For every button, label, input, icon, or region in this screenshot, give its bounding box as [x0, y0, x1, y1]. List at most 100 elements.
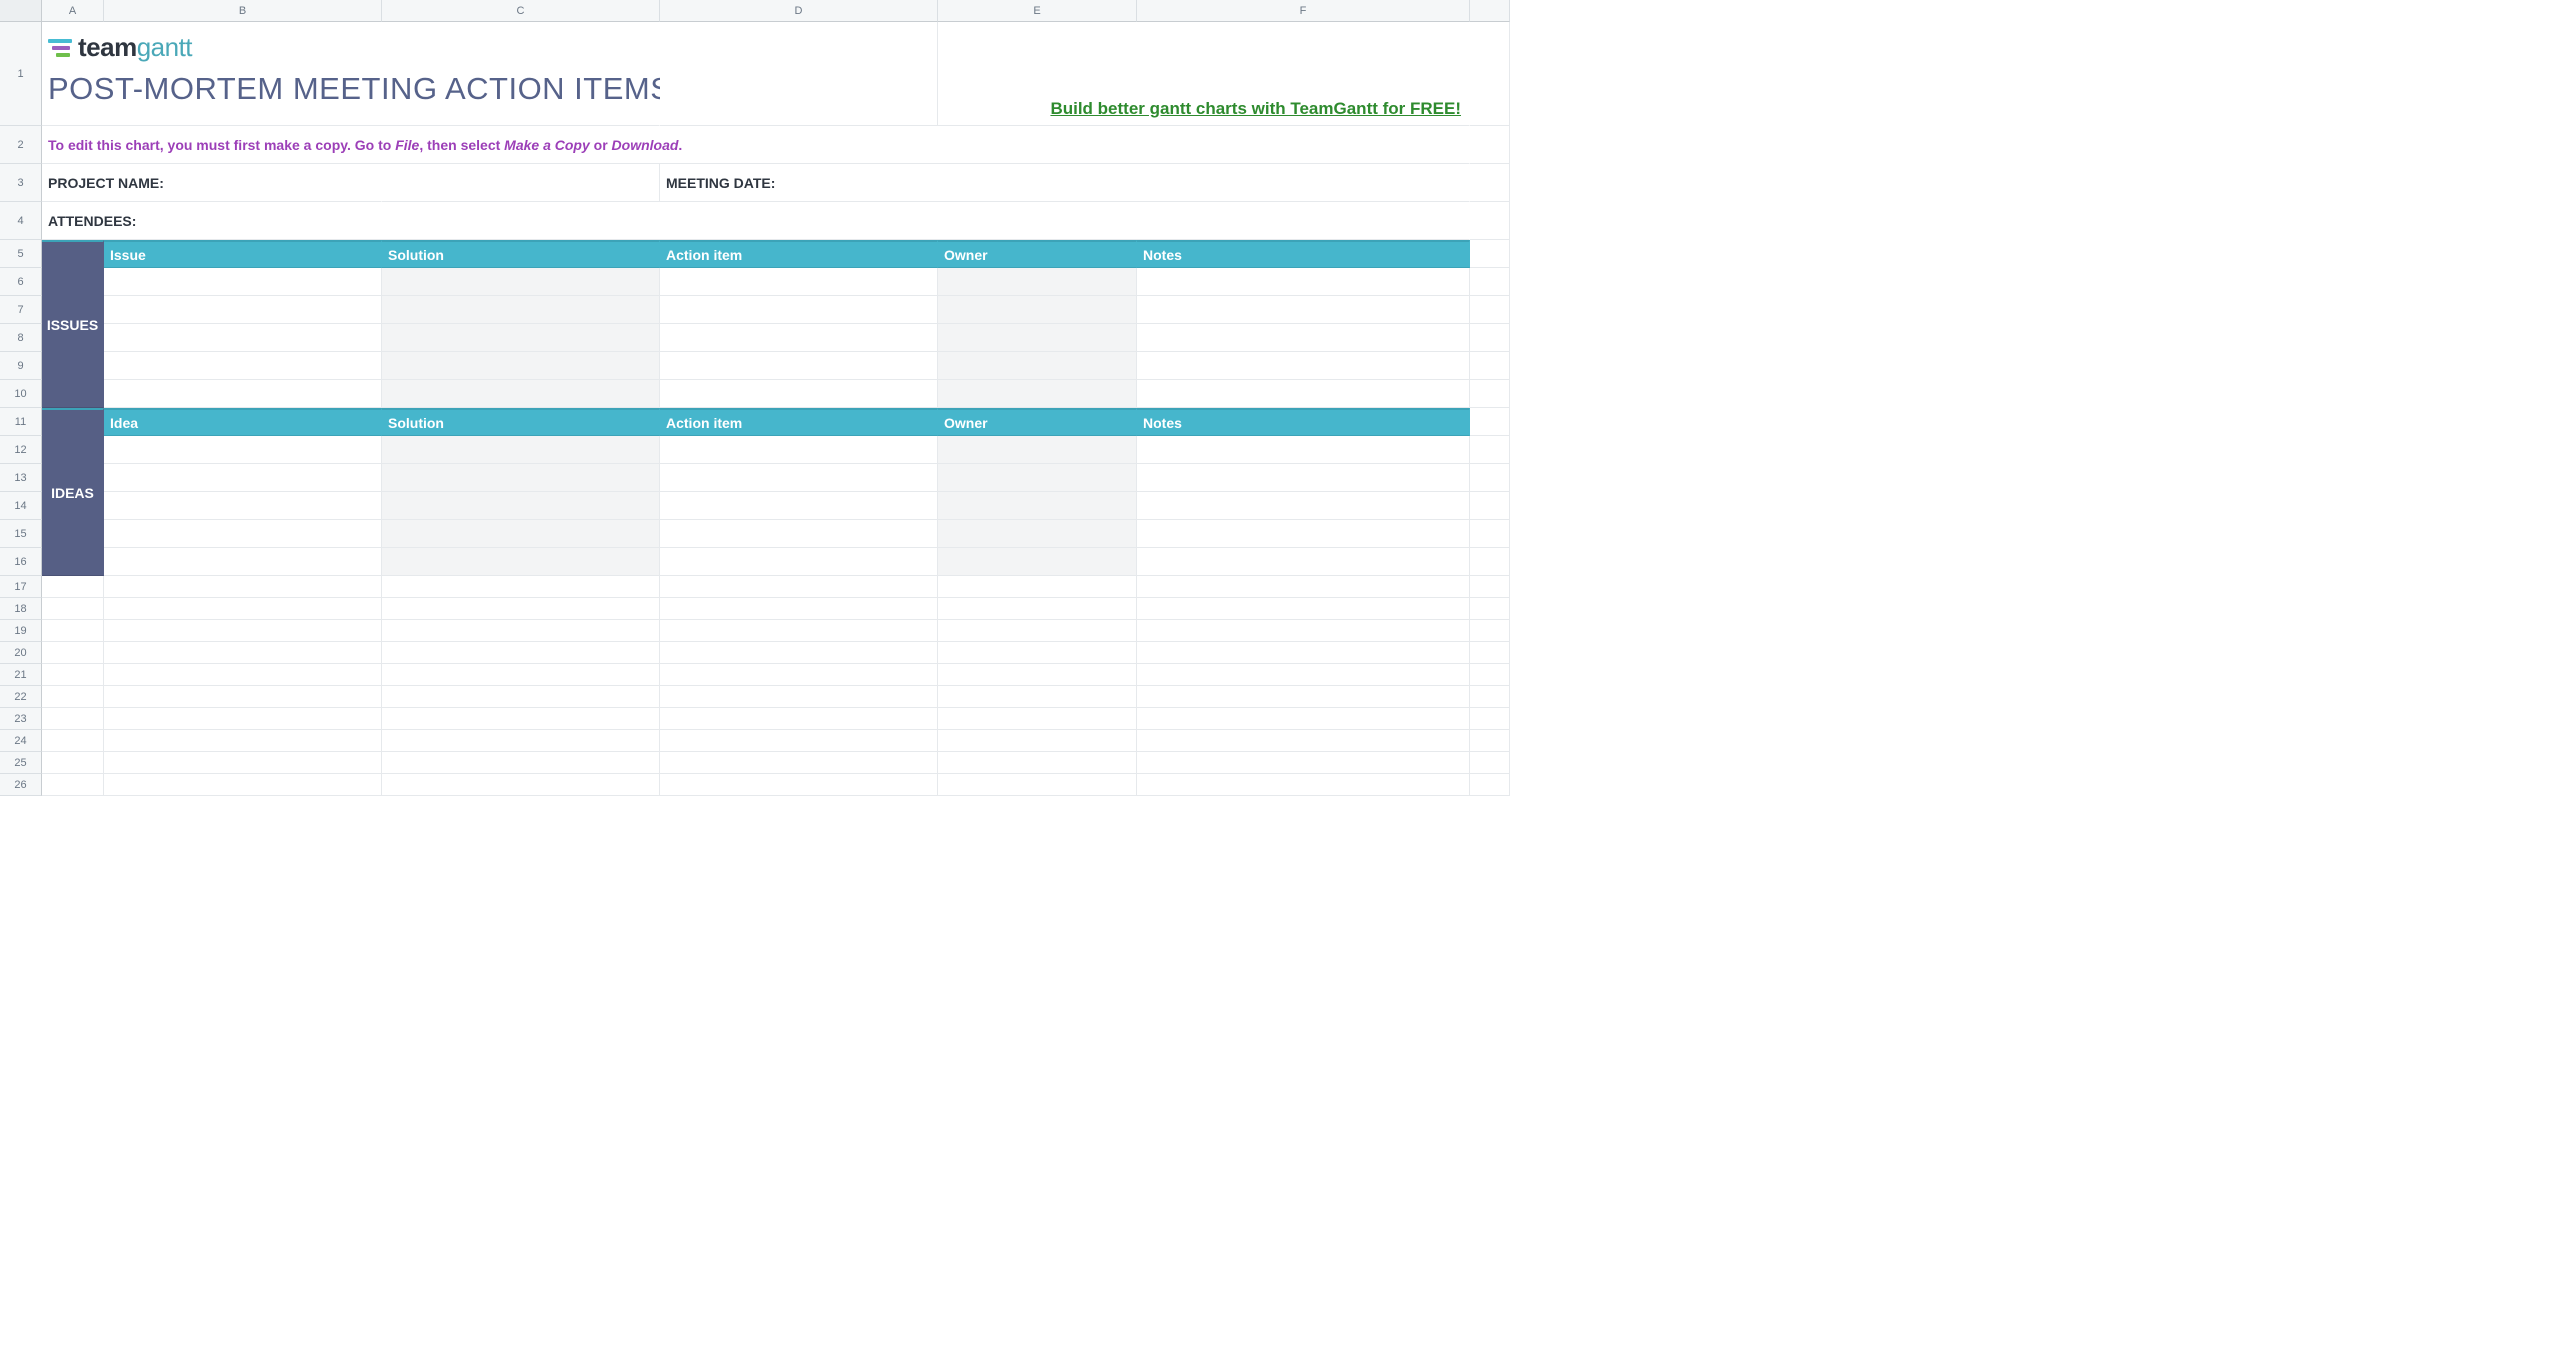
cell-a21[interactable]	[42, 664, 104, 686]
cell-f12[interactable]	[1137, 436, 1470, 464]
cell-b13[interactable]	[104, 464, 382, 492]
row-header-8[interactable]: 8	[0, 324, 42, 352]
row-header-2[interactable]: 2	[0, 126, 42, 164]
cell-c23[interactable]	[382, 708, 660, 730]
cell-overflow-10[interactable]	[1470, 380, 1510, 408]
cell-c13[interactable]	[382, 464, 660, 492]
cell-overflow-15[interactable]	[1470, 520, 1510, 548]
cell-overflow-9[interactable]	[1470, 352, 1510, 380]
cell-f23[interactable]	[1137, 708, 1470, 730]
cell-e24[interactable]	[938, 730, 1137, 752]
cell-overflow-18[interactable]	[1470, 598, 1510, 620]
cell-f22[interactable]	[1137, 686, 1470, 708]
cell-overflow-17[interactable]	[1470, 576, 1510, 598]
cell-b20[interactable]	[104, 642, 382, 664]
cell-e10[interactable]	[938, 380, 1137, 408]
row-header-19[interactable]: 19	[0, 620, 42, 642]
row-header-21[interactable]: 21	[0, 664, 42, 686]
cell-e13[interactable]	[938, 464, 1137, 492]
row-header-20[interactable]: 20	[0, 642, 42, 664]
cell-c17[interactable]	[382, 576, 660, 598]
cell-c21[interactable]	[382, 664, 660, 686]
cell-overflow-26[interactable]	[1470, 774, 1510, 796]
cell-overflow-4[interactable]	[1470, 202, 1510, 240]
cell-e1[interactable]: Build better gantt charts with TeamGantt…	[938, 22, 1470, 126]
cell-a18[interactable]	[42, 598, 104, 620]
cell-c7[interactable]	[382, 296, 660, 324]
cell-c15[interactable]	[382, 520, 660, 548]
row-header-16[interactable]: 16	[0, 548, 42, 576]
cell-c16[interactable]	[382, 548, 660, 576]
cell-a26[interactable]	[42, 774, 104, 796]
cell-b9[interactable]	[104, 352, 382, 380]
cell-b17[interactable]	[104, 576, 382, 598]
cell-overflow-2[interactable]	[1470, 126, 1510, 164]
cell-a25[interactable]	[42, 752, 104, 774]
cell-f26[interactable]	[1137, 774, 1470, 796]
cell-f7[interactable]	[1137, 296, 1470, 324]
col-header-c[interactable]: C	[382, 0, 660, 22]
cell-d9[interactable]	[660, 352, 938, 380]
cell-e17[interactable]	[938, 576, 1137, 598]
row-header-13[interactable]: 13	[0, 464, 42, 492]
cell-a23[interactable]	[42, 708, 104, 730]
cell-b24[interactable]	[104, 730, 382, 752]
cell-f20[interactable]	[1137, 642, 1470, 664]
cell-c25[interactable]	[382, 752, 660, 774]
cell-f24[interactable]	[1137, 730, 1470, 752]
col-header-b[interactable]: B	[104, 0, 382, 22]
cell-overflow-23[interactable]	[1470, 708, 1510, 730]
cell-e16[interactable]	[938, 548, 1137, 576]
cell-f21[interactable]	[1137, 664, 1470, 686]
cell-d19[interactable]	[660, 620, 938, 642]
row-header-15[interactable]: 15	[0, 520, 42, 548]
row-header-14[interactable]: 14	[0, 492, 42, 520]
cell-overflow-24[interactable]	[1470, 730, 1510, 752]
cell-d18[interactable]	[660, 598, 938, 620]
cell-c3[interactable]	[382, 164, 660, 202]
cell-b21[interactable]	[104, 664, 382, 686]
issues-col-issue[interactable]: Issue	[104, 240, 382, 268]
cell-d3[interactable]: MEETING DATE:	[660, 164, 1470, 202]
cell-b25[interactable]	[104, 752, 382, 774]
col-header-e[interactable]: E	[938, 0, 1137, 22]
cell-a22[interactable]	[42, 686, 104, 708]
cell-f18[interactable]	[1137, 598, 1470, 620]
cell-b8[interactable]	[104, 324, 382, 352]
row-header-6[interactable]: 6	[0, 268, 42, 296]
row-header-9[interactable]: 9	[0, 352, 42, 380]
cell-b12[interactable]	[104, 436, 382, 464]
issues-col-solution[interactable]: Solution	[382, 240, 660, 268]
cell-overflow-7[interactable]	[1470, 296, 1510, 324]
cell-e9[interactable]	[938, 352, 1137, 380]
cell-c24[interactable]	[382, 730, 660, 752]
cell-c6[interactable]	[382, 268, 660, 296]
cell-overflow-20[interactable]	[1470, 642, 1510, 664]
cell-d8[interactable]	[660, 324, 938, 352]
cell-d6[interactable]	[660, 268, 938, 296]
cell-b10[interactable]	[104, 380, 382, 408]
cell-overflow-25[interactable]	[1470, 752, 1510, 774]
cell-a24[interactable]	[42, 730, 104, 752]
cell-c20[interactable]	[382, 642, 660, 664]
ideas-col-owner[interactable]: Owner	[938, 408, 1137, 436]
spreadsheet-grid[interactable]: A B C D E F 1 teamgantt POST-MORTEM MEET…	[0, 0, 1510, 796]
cell-f14[interactable]	[1137, 492, 1470, 520]
cell-a4[interactable]: ATTENDEES:	[42, 202, 1470, 240]
cell-e19[interactable]	[938, 620, 1137, 642]
row-header-3[interactable]: 3	[0, 164, 42, 202]
cell-e26[interactable]	[938, 774, 1137, 796]
row-header-10[interactable]: 10	[0, 380, 42, 408]
cell-a19[interactable]	[42, 620, 104, 642]
cell-overflow-5[interactable]	[1470, 240, 1510, 268]
cell-b15[interactable]	[104, 520, 382, 548]
row-header-26[interactable]: 26	[0, 774, 42, 796]
col-header-f[interactable]: F	[1137, 0, 1470, 22]
issues-section-label[interactable]: ISSUES	[42, 240, 104, 408]
cell-overflow-3[interactable]	[1470, 164, 1510, 202]
cell-d20[interactable]	[660, 642, 938, 664]
row-header-1[interactable]: 1	[0, 22, 42, 126]
cell-d10[interactable]	[660, 380, 938, 408]
ideas-col-notes[interactable]: Notes	[1137, 408, 1470, 436]
cell-d1[interactable]	[660, 22, 938, 126]
